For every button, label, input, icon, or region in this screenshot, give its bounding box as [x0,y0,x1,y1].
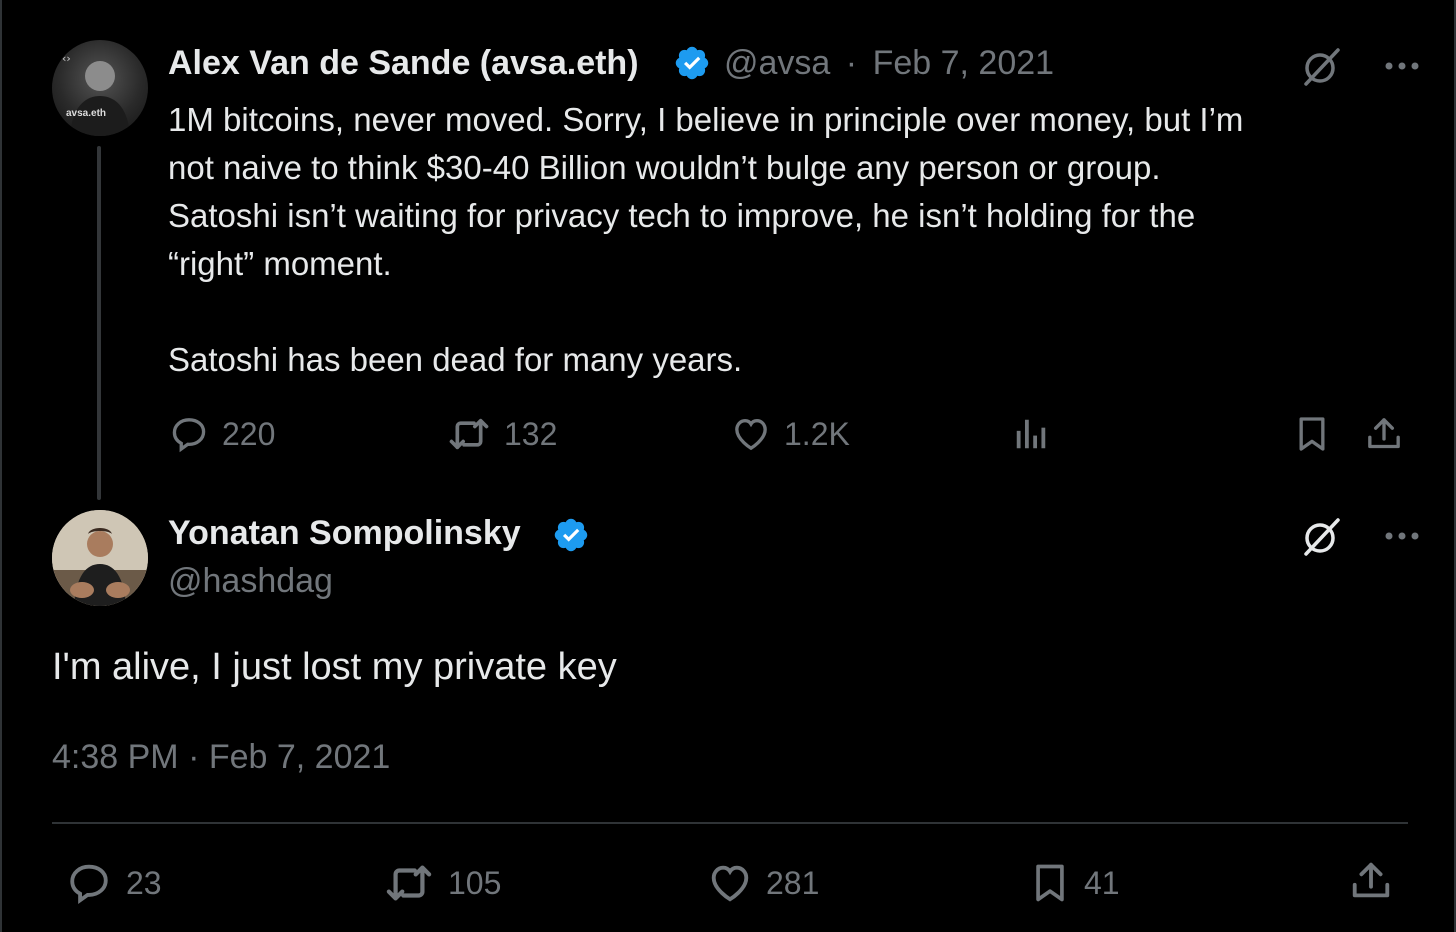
main-repost-button[interactable]: 105 [382,860,501,906]
comment-icon [172,418,206,453]
repost-count: 132 [504,415,558,452]
main-author-handle[interactable]: @hashdag [168,562,333,601]
main-like-count: 281 [766,864,820,901]
verified-badge-icon [675,46,709,80]
repost-icon [386,865,432,901]
more-icon[interactable] [1384,61,1420,71]
avatar-avsa[interactable]: ‹› avsa.eth [52,40,148,136]
bookmark-icon [1299,417,1325,451]
heart-icon [735,418,767,451]
like-count: 1.2K [784,415,850,452]
bookmark-icon [1036,864,1064,902]
tweet-top-icons [1300,44,1420,88]
reply-count: 220 [222,415,276,452]
tweet-text: 1M bitcoins, never moved. Sorry, I belie… [168,101,1244,378]
main-repost-count: 105 [448,864,502,901]
main-reply-count: 23 [126,864,162,901]
main-share-button[interactable] [1348,858,1394,904]
svg-text:‹›: ‹› [62,52,71,65]
person-silhouette-icon: ‹› [62,52,130,136]
author-name[interactable]: Alex Van de Sande (avsa.eth) [168,44,639,83]
main-bookmark-button[interactable]: 41 [1028,860,1120,906]
more-icon[interactable] [1384,531,1420,541]
avatar-label: avsa.eth [66,108,107,119]
main-tweet-text: I'm alive, I just lost my private key [52,646,617,688]
avatar-hashdag[interactable] [52,510,148,606]
grok-icon[interactable] [1300,44,1344,88]
repost-button[interactable]: 132 [446,414,557,454]
tweet-date[interactable]: Feb 7, 2021 [873,44,1054,82]
main-like-button[interactable]: 281 [706,860,819,906]
share-icon [1352,862,1390,898]
main-tweet-timestamp[interactable]: 4:38 PM · Feb 7, 2021 [52,738,390,777]
share-button[interactable] [1364,414,1404,454]
handle-date-row: @avsa · Feb 7, 2021 [724,44,1054,83]
tweet-thread-container: ‹› avsa.eth Alex Van de Sande (avsa.eth)… [0,0,1456,932]
like-button[interactable]: 1.2K [730,414,850,454]
main-author-name[interactable]: Yonatan Sompolinsky [168,514,521,553]
person-photo-icon [52,510,148,606]
analytics-button[interactable] [1012,414,1050,454]
main-bookmark-count: 41 [1084,864,1120,901]
grok-icon[interactable] [1300,514,1344,558]
reply-button[interactable]: 220 [168,414,275,454]
thread-connector-line [97,146,101,500]
main-tweet-top-icons [1300,514,1420,558]
bookmark-button[interactable] [1292,414,1332,454]
verified-badge-icon [554,518,588,552]
comment-icon [70,864,108,904]
divider [52,822,1408,824]
separator-dot: · [845,44,858,82]
heart-icon [711,865,749,902]
author-handle[interactable]: @avsa [724,44,830,82]
share-icon [1368,418,1400,449]
repost-icon [449,418,489,450]
analytics-icon [1016,419,1046,449]
main-reply-button[interactable]: 23 [64,860,162,906]
